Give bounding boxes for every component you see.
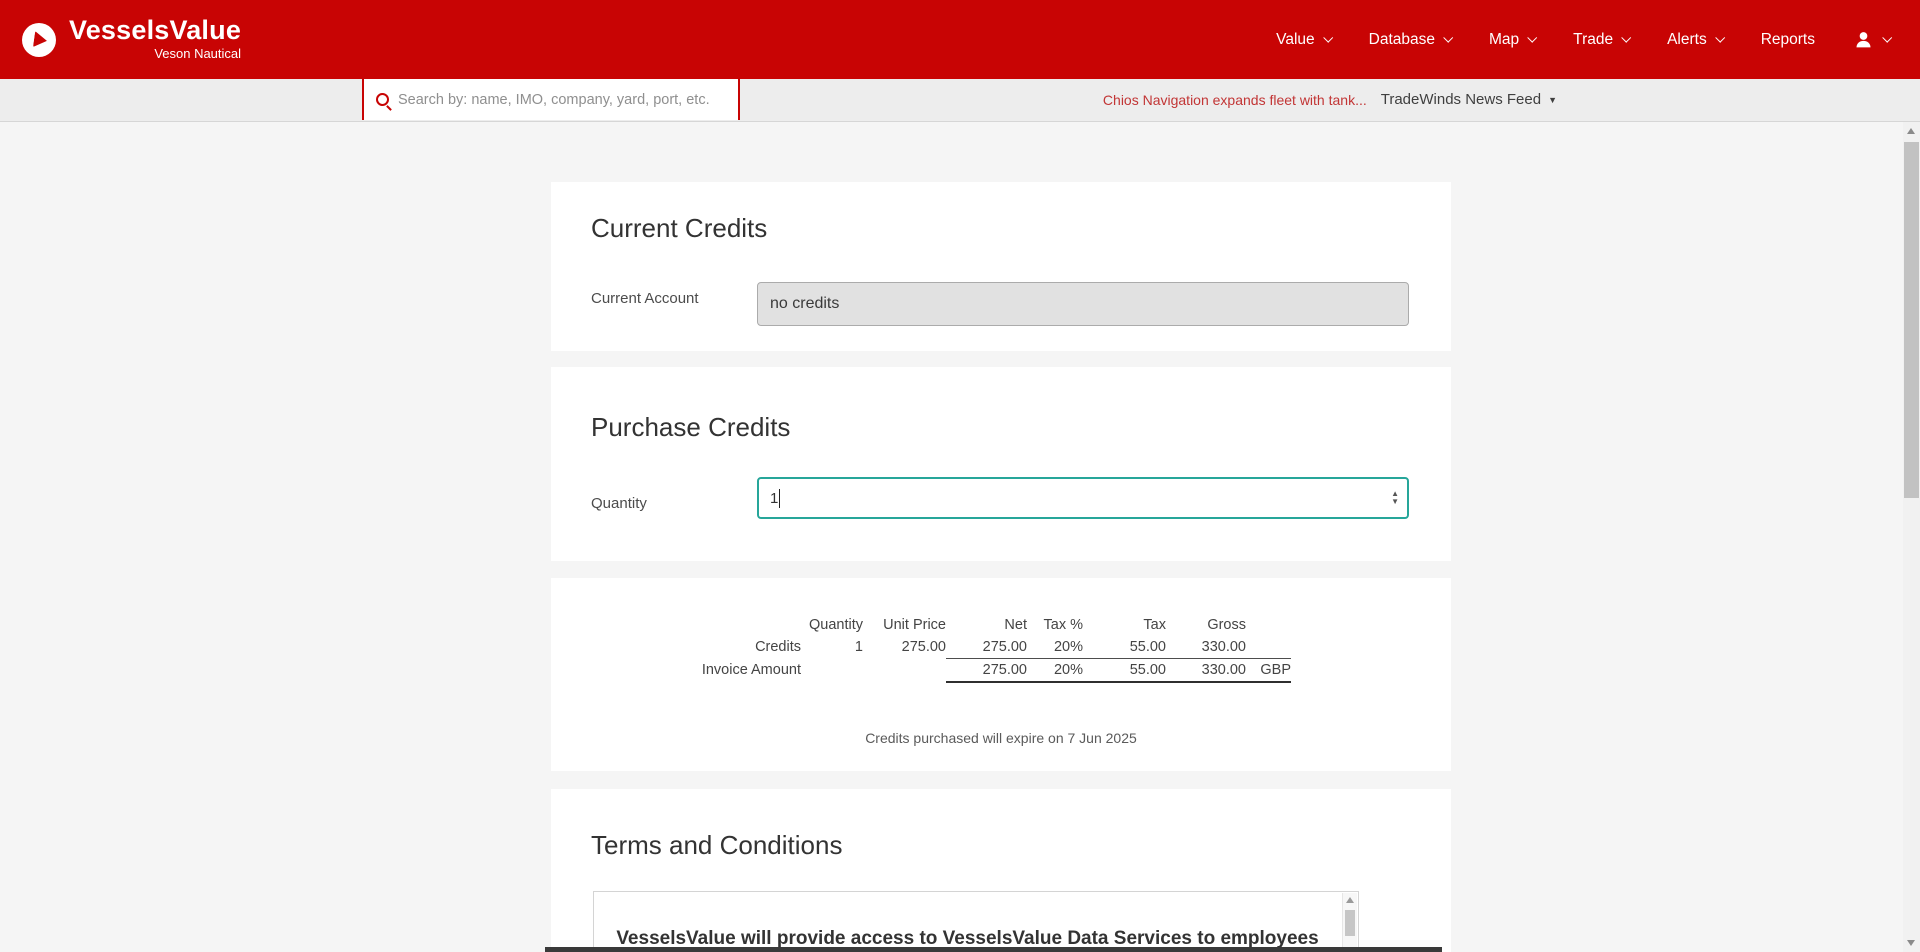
col-header <box>656 614 801 636</box>
news-headline-link[interactable]: Chios Navigation expands fleet with tank… <box>1103 92 1367 108</box>
col-header-quantity: Quantity <box>801 614 863 636</box>
search-input[interactable] <box>398 92 738 108</box>
terms-scroll-area[interactable]: VesselsValue will provide access to Vess… <box>593 891 1359 952</box>
nav-label: Database <box>1369 31 1435 49</box>
news-feed-label: TradeWinds News Feed <box>1381 91 1541 108</box>
col-header-currency <box>1246 614 1291 636</box>
news-feed-dropdown[interactable]: TradeWinds News Feed ▼ <box>1381 91 1557 108</box>
quantity-stepper[interactable]: ▲ ▼ <box>1391 490 1399 506</box>
col-header-gross: Gross <box>1166 614 1246 636</box>
current-account-value: no credits <box>770 295 839 313</box>
col-header-unit-price: Unit Price <box>863 614 946 636</box>
current-account-label: Current Account <box>591 290 699 307</box>
invoice-summary-card: Quantity Unit Price Net Tax % Tax Gross … <box>551 578 1451 771</box>
scroll-down-icon[interactable] <box>1907 940 1915 946</box>
user-account-menu[interactable] <box>1853 29 1890 50</box>
current-credits-card: Current Credits Current Account no credi… <box>551 182 1451 351</box>
invoice-row-total: Invoice Amount 275.00 20% 55.00 330.00 G… <box>656 659 1291 683</box>
col-header-net: Net <box>946 614 1027 636</box>
chevron-down-icon <box>1323 32 1333 42</box>
cell-tax: 55.00 <box>1083 659 1166 683</box>
nav-item-database[interactable]: Database <box>1369 31 1451 49</box>
col-header-tax-pct: Tax % <box>1027 614 1083 636</box>
search-icon <box>376 93 389 106</box>
nav-item-alerts[interactable]: Alerts <box>1667 31 1723 49</box>
global-search-box <box>362 79 740 120</box>
purchase-credits-title: Purchase Credits <box>591 413 790 442</box>
dropdown-arrow-icon: ▼ <box>1548 95 1557 105</box>
cell-currency <box>1246 636 1291 659</box>
main-nav: Value Database Map Trade Alerts Reports <box>1276 29 1890 50</box>
chevron-down-icon <box>1443 32 1453 42</box>
cell-unit-price <box>863 659 946 683</box>
terms-card: Terms and Conditions VesselsValue will p… <box>551 789 1451 952</box>
cell-quantity: 1 <box>801 636 863 659</box>
nav-label: Trade <box>1573 31 1613 49</box>
text-caret <box>779 489 780 508</box>
cell-unit-price: 275.00 <box>863 636 946 659</box>
nav-label: Alerts <box>1667 31 1707 49</box>
toolbar: Chios Navigation expands fleet with tank… <box>0 79 1920 122</box>
current-credits-title: Current Credits <box>591 214 767 243</box>
chevron-down-icon <box>1882 32 1892 42</box>
stepper-down-icon[interactable]: ▼ <box>1391 498 1399 506</box>
page-scrollbar[interactable] <box>1903 122 1920 952</box>
play-triangle-icon <box>33 31 48 49</box>
logo-icon <box>22 23 56 57</box>
quantity-value: 1 <box>770 490 778 507</box>
current-account-field: no credits <box>757 282 1409 326</box>
cell-label: Credits <box>656 636 801 659</box>
cell-tax-pct: 20% <box>1027 636 1083 659</box>
cell-label: Invoice Amount <box>656 659 801 683</box>
top-header: VesselsValue Veson Nautical Value Databa… <box>0 0 1920 79</box>
page: VesselsValue Veson Nautical Value Databa… <box>0 0 1920 952</box>
nav-label: Value <box>1276 31 1315 49</box>
brand-logo[interactable]: VesselsValue Veson Nautical <box>22 17 241 62</box>
terms-scrollbar[interactable] <box>1342 893 1357 952</box>
quantity-input[interactable]: 1 ▲ ▼ <box>757 477 1409 519</box>
terms-scrollbar-thumb[interactable] <box>1345 910 1355 936</box>
nav-item-reports[interactable]: Reports <box>1761 31 1815 49</box>
news-ticker: Chios Navigation expands fleet with tank… <box>1103 79 1557 120</box>
expiry-note: Credits purchased will expire on 7 Jun 2… <box>551 730 1451 746</box>
logo-text: VesselsValue Veson Nautical <box>69 17 241 62</box>
purchase-credits-card: Purchase Credits Quantity 1 ▲ ▼ <box>551 367 1451 561</box>
user-icon <box>1853 29 1874 50</box>
quantity-label: Quantity <box>591 495 647 512</box>
nav-item-map[interactable]: Map <box>1489 31 1535 49</box>
page-scrollbar-thumb[interactable] <box>1904 142 1919 498</box>
chevron-down-icon <box>1621 32 1631 42</box>
cell-tax-pct: 20% <box>1027 659 1083 683</box>
scroll-up-icon[interactable] <box>1346 897 1354 903</box>
cutoff-dark-band <box>545 947 1442 952</box>
cell-net: 275.00 <box>946 636 1027 659</box>
nav-label: Reports <box>1761 31 1815 49</box>
invoice-row-credits: Credits 1 275.00 275.00 20% 55.00 330.00 <box>656 636 1291 659</box>
cell-tax: 55.00 <box>1083 636 1166 659</box>
invoice-table: Quantity Unit Price Net Tax % Tax Gross … <box>656 614 1291 683</box>
chevron-down-icon <box>1715 32 1725 42</box>
cell-gross: 330.00 <box>1166 636 1246 659</box>
nav-item-value[interactable]: Value <box>1276 31 1331 49</box>
cell-currency: GBP <box>1246 659 1291 683</box>
terms-title: Terms and Conditions <box>591 831 842 860</box>
cell-gross: 330.00 <box>1166 659 1246 683</box>
col-header-tax: Tax <box>1083 614 1166 636</box>
chevron-down-icon <box>1527 32 1537 42</box>
cell-net: 275.00 <box>946 659 1027 683</box>
nav-label: Map <box>1489 31 1519 49</box>
invoice-header-row: Quantity Unit Price Net Tax % Tax Gross <box>656 614 1291 636</box>
brand-name: VesselsValue <box>69 17 241 44</box>
nav-item-trade[interactable]: Trade <box>1573 31 1629 49</box>
scroll-up-icon[interactable] <box>1907 128 1915 134</box>
brand-tagline: Veson Nautical <box>154 46 241 62</box>
cell-quantity <box>801 659 863 683</box>
